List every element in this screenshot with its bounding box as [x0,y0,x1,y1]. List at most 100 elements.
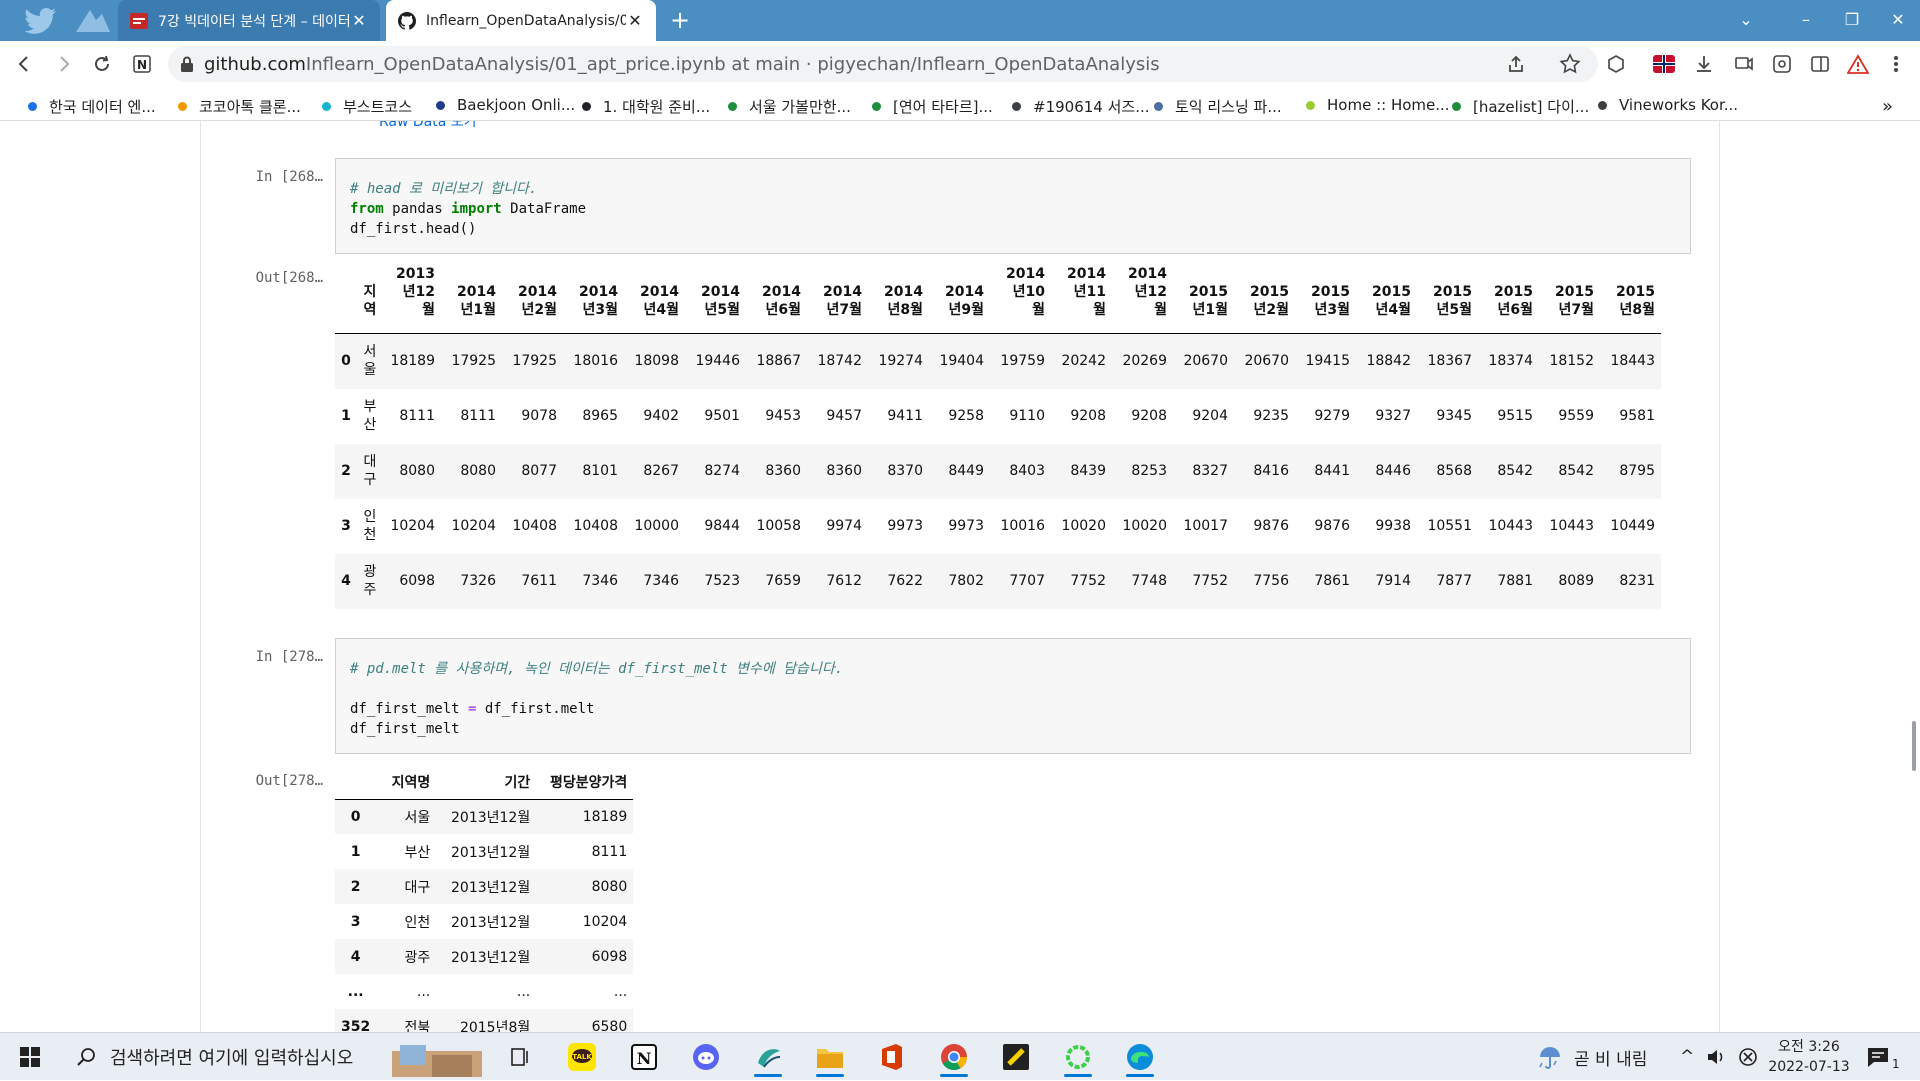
url-path: Inflearn_OpenDataAnalysis/01_apt_price.i… [305,53,1160,75]
row-index: ... [347,983,364,1000]
kakaotalk-icon[interactable]: TALK [560,1037,604,1077]
search-highlight-image[interactable] [392,1037,488,1077]
screenshot-icon[interactable] [1770,52,1794,76]
dataframe-melt-table: 지역명 기간 평당분양가격 0 서울 2013년12월 18189 1 부산 2013년12월 8… [335,765,634,1033]
task-view-icon[interactable] [498,1037,542,1077]
price-cell: 19759 [1000,353,1045,370]
price-cell: 8253 [1131,463,1167,479]
price-cell: 9279 [1314,408,1350,424]
ring-app-icon[interactable] [1056,1037,1100,1077]
code-text: df_first_melt [350,721,460,737]
windows-start-icon[interactable] [8,1037,52,1077]
pinned-tab-icon[interactable] [72,4,116,36]
more-menu-icon[interactable] [1884,52,1908,76]
price-cell: 8965 [582,408,618,424]
bookmark-item[interactable]: #190614 서즈... [1012,96,1150,117]
page-scrollbar-thumb[interactable] [1912,721,1916,771]
price-cell: 18374 [1488,353,1533,370]
new-tab-button[interactable]: + [666,6,694,34]
code-text: DataFrame [501,201,587,217]
taskbar-clock[interactable]: 오전 3:26 2022-07-13 [1764,1037,1854,1077]
bookmark-item[interactable]: 토익 리스닝 파... [1154,96,1282,117]
restore-button[interactable]: ❐ [1830,6,1874,34]
close-tab-icon[interactable]: ✕ [626,11,644,30]
price-cell: 9938 [1375,518,1411,534]
twitter-icon[interactable] [22,4,66,36]
more-bookmarks-chevron-icon[interactable]: » [1882,96,1893,117]
price-cell: 18842 [1366,353,1411,370]
row-index: 0 [341,353,351,370]
tab-search-chevron-icon[interactable]: ⌄ [1724,6,1768,34]
bookmark-item[interactable]: [연어 타타르]... [872,96,993,117]
bookmark-favicon-icon [1306,100,1315,110]
price-cell: 10204 [390,518,435,534]
table-cell: 전북 [404,1019,431,1033]
speaker-icon[interactable] [1706,1033,1726,1081]
output-prompt: Out[268… [255,270,323,286]
table-cell: 2013년12월 [451,809,531,826]
bookmark-item[interactable]: 부스트코스 [322,96,412,117]
extension-puzzle-icon[interactable] [1604,52,1628,76]
address-bar[interactable]: github.com Inflearn_OpenDataAnalysis/01_… [168,46,1598,82]
tab-title: 7강 빅데이터 분석 단계 – 데이터 시각화 [158,13,350,30]
close-window-button[interactable]: ✕ [1876,6,1920,34]
notion-icon[interactable]: N [622,1037,666,1077]
price-cell: 8101 [582,463,618,479]
column-header [335,765,377,800]
price-cell: 8446 [1375,463,1411,479]
price-cell: 8568 [1436,463,1472,479]
price-cell: 7756 [1253,573,1289,589]
install-app-icon[interactable] [1732,52,1756,76]
bookmark-favicon-icon [436,100,445,110]
notion-extension-icon[interactable]: N [128,50,156,78]
network-disconnected-icon[interactable] [1738,1033,1758,1081]
minimize-button[interactable]: – [1784,6,1828,34]
svg-text:N: N [637,1049,652,1068]
price-cell: 8370 [887,463,923,479]
discord-icon[interactable] [684,1037,728,1077]
bookmark-star-icon[interactable] [1558,52,1582,76]
edge-icon[interactable] [1118,1037,1162,1077]
office-icon[interactable] [870,1037,914,1077]
table-cell: 10204 [582,913,628,930]
file-explorer-icon[interactable] [808,1037,852,1077]
price-cell: 9453 [765,408,801,424]
tab-inflearn-lecture[interactable]: 7강 빅데이터 분석 단계 – 데이터 시각화 ✕ [118,0,380,41]
download-icon[interactable] [1692,52,1716,76]
code-cell[interactable]: # pd.melt 를 사용하며, 녹인 데이터는 df_first_melt … [335,638,1691,754]
reload-icon[interactable] [88,50,116,78]
bookmark-item[interactable]: [hazelist] 다이... [1452,96,1589,117]
close-tab-icon[interactable]: ✕ [350,11,368,30]
price-cell: 6098 [399,573,435,589]
row-index: 4 [341,573,351,589]
table-cell: 6580 [591,1018,628,1033]
share-icon[interactable] [1504,52,1528,76]
forward-arrow-icon[interactable] [50,50,78,78]
tab-github-notebook[interactable]: Inflearn_OpenDataAnalysis/01_apt_price.i… [386,0,656,41]
warning-icon[interactable] [1846,52,1870,76]
sticky-notes-icon[interactable] [994,1037,1038,1077]
side-panel-icon[interactable] [1808,52,1832,76]
bookmark-favicon-icon [1452,102,1461,111]
bookmark-item[interactable]: 1. 대학원 준비... [582,96,710,117]
taskbar-search-box[interactable]: 검색하려면 여기에 입력하십시오 [64,1037,394,1077]
bookmark-item[interactable]: 서울 가볼만한... [728,96,851,117]
notification-icon [1866,1046,1890,1068]
bookmark-item[interactable]: Home :: Home... [1306,96,1450,114]
lock-icon[interactable] [180,56,194,72]
show-hidden-icons-chevron-icon[interactable]: ^ [1680,1033,1694,1081]
price-cell: 10016 [1000,518,1045,534]
code-cell[interactable]: # head 로 미리보기 합니다. from pandas import Da… [335,158,1691,254]
weather-widget[interactable]: 곧 비 내림 [1536,1033,1647,1081]
bookmark-item[interactable]: 한국 데이터 엔... [28,96,156,117]
bookmark-item[interactable]: Baekjoon Onli... [436,96,575,114]
back-arrow-icon[interactable] [10,50,38,78]
code-editor-icon[interactable] [746,1037,790,1077]
notification-center[interactable]: 1 [1866,1033,1900,1081]
table-row: 0 서울 2013년12월 18189 [335,799,634,834]
flag-extension-icon[interactable] [1652,52,1676,76]
chrome-icon[interactable] [932,1037,976,1077]
page-viewport: Raw Data 보기 In [268… # head 로 미리보기 합니다. … [0,121,1920,1032]
bookmark-item[interactable]: 코코아톡 클론... [178,96,301,117]
bookmark-item[interactable]: Vineworks Kor... [1598,96,1738,114]
